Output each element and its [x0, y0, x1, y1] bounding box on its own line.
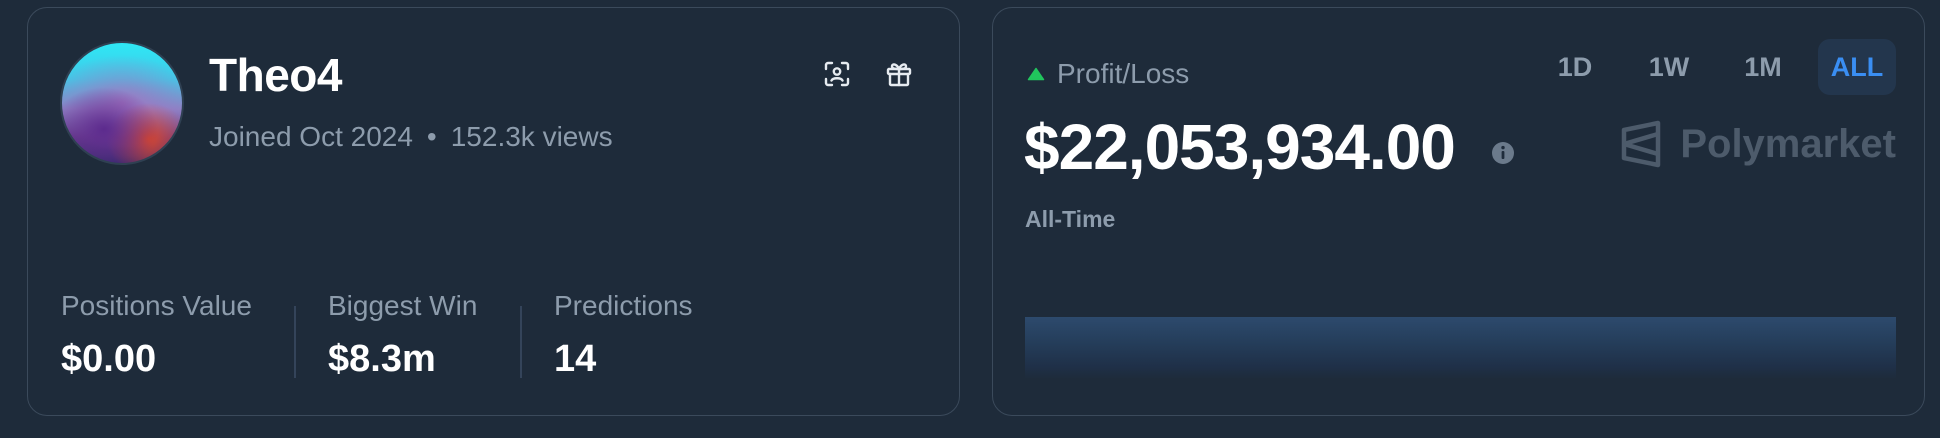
- stat-value: $8.3m: [328, 338, 436, 380]
- profile-card: Theo4 Joined Oct 2024 • 152.3k views Posit…: [27, 7, 960, 416]
- stat-biggest-win: Biggest Win $8.3m: [328, 290, 477, 381]
- range-tab-1d[interactable]: 1D: [1536, 39, 1614, 95]
- joined-date: Joined Oct 2024: [209, 121, 413, 152]
- range-tabs: 1D 1W 1M ALL: [1520, 39, 1896, 95]
- gift-button[interactable]: [881, 56, 917, 92]
- pnl-amount: $22,053,934.00: [1024, 111, 1456, 183]
- scan-face-icon: [824, 61, 850, 87]
- stat-label: Biggest Win: [328, 290, 478, 321]
- brand-name: Polymarket: [1680, 121, 1896, 166]
- view-count: 152.3k views: [450, 121, 613, 152]
- profit-loss-card: Profit/Loss 1D 1W 1M ALL $22,053,934.00 …: [992, 7, 1925, 416]
- stat-label: Positions Value: [61, 290, 252, 321]
- range-tab-all[interactable]: ALL: [1818, 39, 1896, 95]
- stat-positions-value: Positions Value $0.00: [61, 290, 252, 381]
- stat-value: 14: [554, 338, 597, 380]
- pnl-period: All-Time: [1025, 206, 1116, 232]
- scan-face-button[interactable]: [819, 56, 855, 92]
- stat-predictions: Predictions 14: [554, 290, 693, 381]
- stat-divider: [520, 306, 522, 378]
- meta-separator: •: [426, 121, 437, 152]
- gift-icon: [886, 63, 912, 87]
- pnl-label-row: Profit/Loss: [1027, 58, 1189, 90]
- triangle-up-icon: [1027, 67, 1045, 81]
- avatar: [60, 41, 184, 165]
- profile-meta: Joined Oct 2024 • 152.3k views: [209, 121, 613, 153]
- stat-divider: [294, 306, 296, 378]
- range-tab-1w[interactable]: 1W: [1630, 39, 1708, 95]
- pnl-chart-area: [1025, 317, 1896, 379]
- username: Theo4: [209, 49, 342, 101]
- range-tab-1m[interactable]: 1M: [1724, 39, 1802, 95]
- polymarket-logo-icon: [1622, 120, 1661, 168]
- stat-value: $0.00: [61, 338, 157, 380]
- stat-label: Predictions: [554, 290, 693, 321]
- brand-logo: Polymarket: [1620, 120, 1896, 168]
- pnl-label: Profit/Loss: [1057, 58, 1190, 89]
- info-icon[interactable]: [1491, 141, 1515, 165]
